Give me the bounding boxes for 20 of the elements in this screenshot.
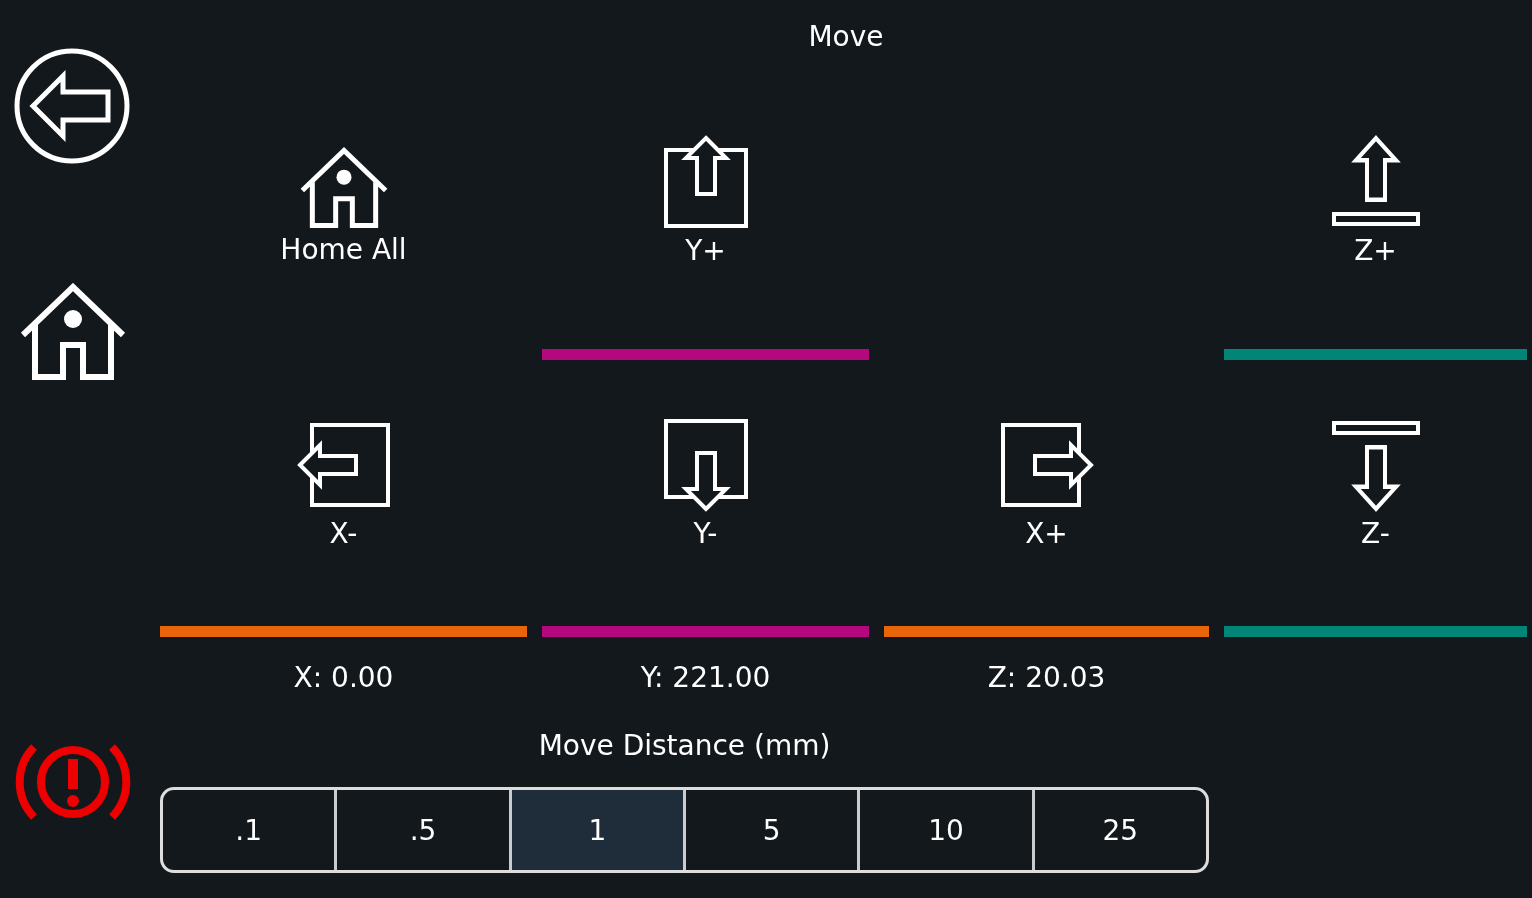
position-readout: X: 0.00	[293, 660, 394, 694]
screen-title: Move	[807, 18, 885, 55]
position-readout: Y: 221.00	[640, 660, 771, 694]
jog-button[interactable]: X+	[884, 360, 1209, 626]
jog-button[interactable]: X-	[160, 360, 527, 626]
distance-option[interactable]: 10	[857, 790, 1032, 870]
jog-button[interactable]: Y-	[542, 360, 869, 626]
back-icon[interactable]	[12, 47, 131, 165]
distance-option[interactable]: 25	[1031, 790, 1206, 870]
distance-label: Move Distance (mm)	[538, 727, 831, 764]
jog-button[interactable]: Z-	[1224, 360, 1527, 626]
jog-button[interactable]: Y+	[542, 72, 869, 349]
distance-option[interactable]: .1	[163, 790, 335, 870]
jog-button[interactable]: Z+	[1224, 72, 1527, 349]
home-all-button[interactable]: Home All	[160, 72, 527, 360]
distance-option[interactable]: 5	[683, 790, 858, 870]
home-icon[interactable]	[18, 283, 127, 381]
position-readout: Z: 20.03	[987, 660, 1106, 694]
home-icon	[298, 146, 389, 229]
distance-option[interactable]: 1	[508, 790, 683, 870]
